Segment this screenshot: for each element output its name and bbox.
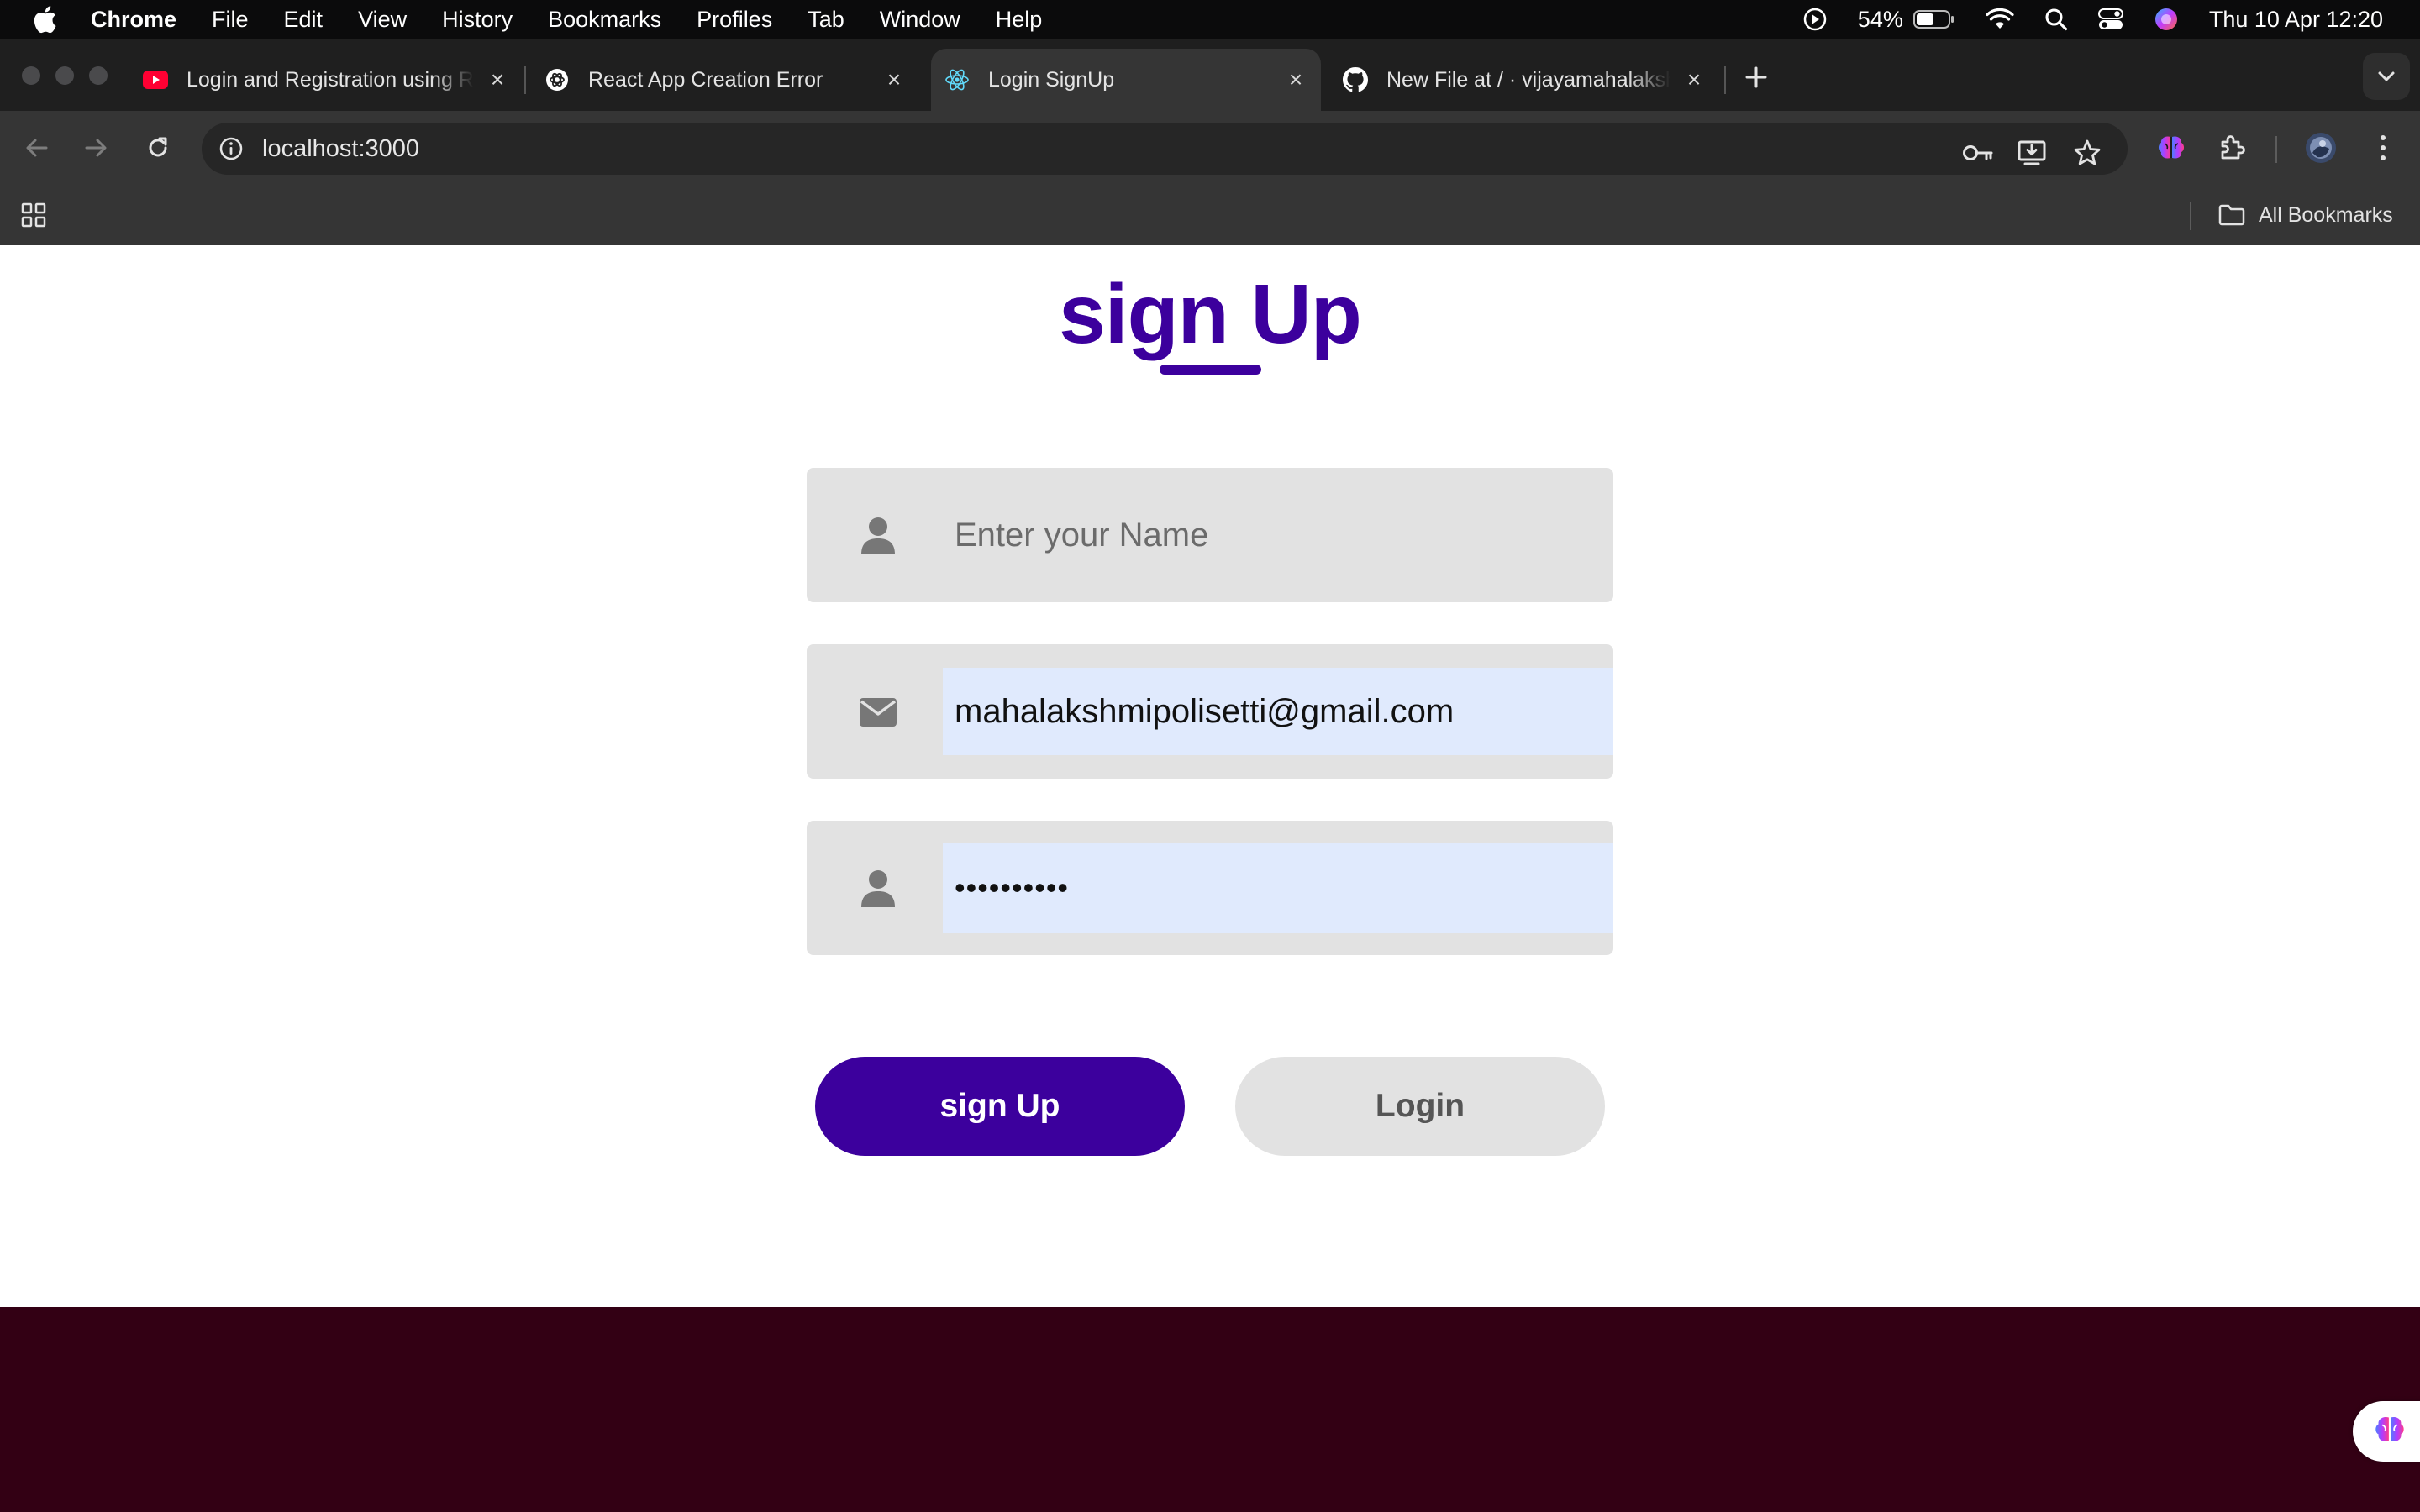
site-info-icon[interactable] [217,134,245,163]
bookmark-star-icon[interactable] [2069,134,2106,171]
spotlight-search-icon[interactable] [2044,8,2068,31]
all-bookmarks-button[interactable]: All Bookmarks [2218,197,2393,234]
battery-percent: 54% [1857,6,1903,32]
envelope-icon [855,690,901,735]
tab-title: New File at / · vijayamahalakshm [1386,67,1670,92]
control-center-icon[interactable] [2097,8,2123,30]
siri-icon[interactable] [2154,7,2179,32]
macos-menu-bar: Chrome File Edit View History Bookmarks … [0,0,2420,39]
apple-logo-icon[interactable] [32,5,57,34]
install-app-icon[interactable] [2013,134,2050,171]
reload-icon[interactable] [139,129,176,166]
name-input[interactable] [943,468,1613,602]
github-icon [1343,67,1368,92]
menu-help[interactable]: Help [996,7,1043,33]
user-icon [855,513,901,559]
tab-login-signup[interactable]: Login SignUp × [931,49,1321,111]
back-arrow-icon[interactable] [18,129,55,166]
bookmarks-divider [2190,202,2191,230]
menu-window[interactable]: Window [880,7,960,33]
url-input[interactable] [262,134,2128,163]
tab-react-app-creation-error[interactable]: React App Creation Error × [544,49,906,111]
window-minimize-button[interactable] [55,66,74,85]
tab-title: Login and Registration using R [187,67,474,92]
password-key-icon[interactable] [1960,134,1996,171]
browser-tab-strip: Login and Registration using R × React A… [0,39,2420,111]
menu-file[interactable]: File [212,7,249,33]
tab-close-icon[interactable]: × [486,66,509,92]
menu-bookmarks[interactable]: Bookmarks [548,7,661,33]
password-field [807,821,1613,955]
apps-grid-icon[interactable] [18,200,49,230]
tab-title: Login SignUp [988,67,1115,92]
all-bookmarks-label: All Bookmarks [2259,202,2393,227]
email-input[interactable] [943,668,1613,755]
wifi-icon[interactable] [1986,8,2014,30]
folder-icon [2218,204,2245,226]
menu-app-name[interactable]: Chrome [91,7,176,33]
new-tab-button[interactable] [1739,60,1773,94]
tab-divider [1724,66,1726,94]
tab-divider [524,66,526,94]
brain-extension-icon[interactable] [2153,129,2190,166]
tab-search-chevron-icon[interactable] [2363,53,2410,100]
browser-toolbar [0,111,2420,185]
react-icon [944,67,970,92]
youtube-icon [143,67,168,92]
tab-title: React App Creation Error [588,67,823,92]
brain-extension-floating-button[interactable] [2353,1401,2420,1462]
menu-history[interactable]: History [442,7,513,33]
menu-view[interactable]: View [358,7,407,33]
tab-github-new-file[interactable]: New File at / · vijayamahalakshm × [1343,49,1706,111]
tab-close-icon[interactable]: × [882,66,906,92]
chrome-menu-kebab-icon[interactable] [2365,129,2402,166]
menubar-clock[interactable]: Thu 10 Apr 12:20 [2209,7,2383,33]
tab-login-registration[interactable]: Login and Registration using R × [143,49,509,111]
login-button[interactable]: Login [1235,1057,1605,1156]
tab-close-icon[interactable]: × [1284,66,1307,92]
address-bar[interactable] [202,123,2128,175]
password-input[interactable] [943,843,1613,933]
name-field [807,468,1613,602]
menu-profiles[interactable]: Profiles [697,7,772,33]
openai-icon [544,67,570,92]
menu-edit[interactable]: Edit [284,7,324,33]
user-icon [855,866,901,911]
bookmarks-bar: All Bookmarks [0,185,2420,245]
footer-band [0,1307,2420,1512]
profile-avatar[interactable] [2302,129,2339,166]
now-playing-icon[interactable] [1802,7,1828,32]
extensions-puzzle-icon[interactable] [2213,129,2250,166]
toolbar-divider [2275,136,2277,163]
email-field [807,644,1613,779]
title-underline [1160,365,1261,375]
tab-close-icon[interactable]: × [1682,66,1706,92]
signup-button[interactable]: sign Up [815,1057,1185,1156]
window-close-button[interactable] [22,66,40,85]
brain-extension-icon [2373,1413,2407,1451]
battery-icon[interactable] [1912,9,1955,29]
forward-arrow-icon[interactable] [77,129,114,166]
menu-tab[interactable]: Tab [808,7,844,33]
window-zoom-button[interactable] [89,66,108,85]
web-page-content: sign Up sign Up Login [0,245,2420,1307]
page-title: sign Up [1059,267,1362,361]
